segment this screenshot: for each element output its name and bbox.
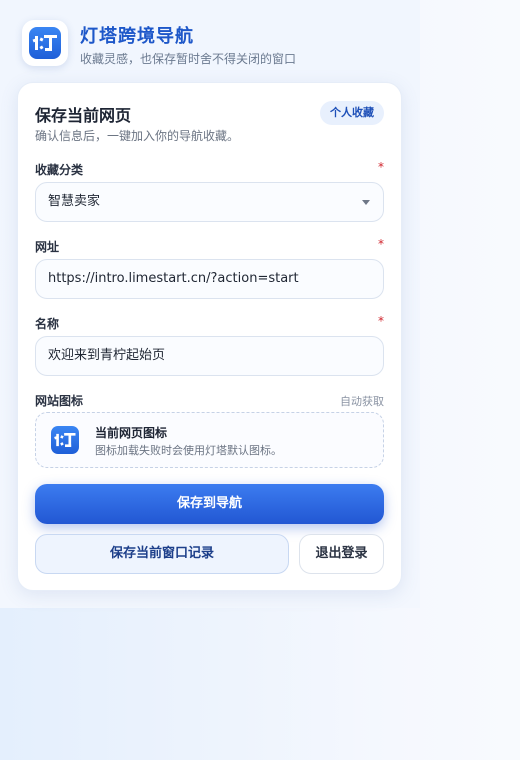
url-required-mark: * — [378, 237, 384, 251]
favicon-label: 网站图标 — [35, 394, 84, 408]
app-header: 灯塔跨境导航 收藏灵感，也保存暂时舍不得关闭的窗口 — [22, 20, 402, 66]
category-label: 收藏分类 — [35, 163, 84, 177]
favicon-preview: 当前网页图标 图标加载失败时会使用灯塔默认图标。 — [35, 412, 384, 468]
logout-button[interactable]: 退出登录 — [299, 534, 384, 574]
chevron-down-icon — [362, 200, 370, 205]
app-logo — [22, 20, 68, 66]
app-subtitle: 收藏灵感，也保存暂时舍不得关闭的窗口 — [80, 52, 297, 66]
favicon-title: 当前网页图标 — [95, 426, 168, 440]
url-label: 网址 — [35, 240, 60, 254]
category-select[interactable]: 智慧卖家 — [35, 182, 384, 222]
personal-collection-badge: 个人收藏 — [320, 101, 384, 125]
app-title: 灯塔跨境导航 — [80, 26, 194, 47]
save-window-button[interactable]: 保存当前窗口记录 — [35, 534, 289, 574]
category-selected-value: 智慧卖家 — [48, 194, 101, 209]
name-input[interactable]: 欢迎来到青柠起始页 — [35, 336, 384, 376]
category-required-mark: * — [378, 160, 384, 174]
url-input[interactable]: https://intro.limestart.cn/?action=start — [35, 259, 384, 299]
card-title: 保存当前网页 — [35, 106, 132, 125]
card-description: 确认信息后，一键加入你的导航收藏。 — [35, 129, 240, 143]
name-label: 名称 — [35, 317, 60, 331]
favicon-icon — [51, 426, 79, 454]
name-required-mark: * — [378, 314, 384, 328]
favicon-auto-hint: 自动获取 — [340, 395, 384, 408]
save-to-nav-button[interactable]: 保存到导航 — [35, 484, 384, 524]
favicon-description: 图标加载失败时会使用灯塔默认图标。 — [95, 444, 282, 457]
lighthouse-logo-icon — [29, 27, 61, 59]
save-page-card: 保存当前网页 确认信息后，一键加入你的导航收藏。 个人收藏 收藏分类 * 智慧卖… — [17, 82, 402, 591]
